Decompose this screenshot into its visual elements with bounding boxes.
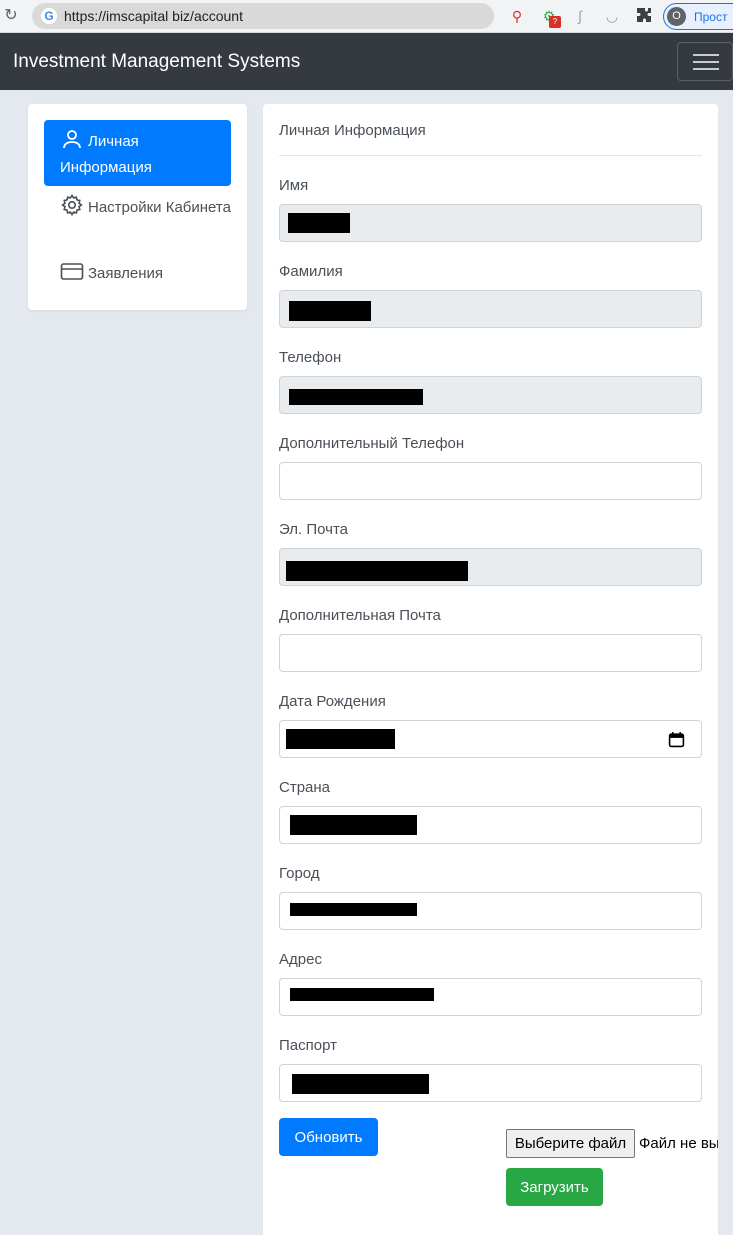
divider [279, 155, 702, 156]
redacted-value [290, 815, 417, 835]
google-icon: G [41, 8, 57, 24]
first-name-label: Имя [279, 177, 309, 194]
address-input[interactable] [279, 978, 702, 1016]
passport-input[interactable] [279, 1064, 702, 1102]
sidebar: Личная Информация Настройки Кабинета Зая… [28, 104, 247, 310]
browser-toolbar: ↻ G https://imscapital biz/account ⚲ ⚙ ?… [0, 0, 733, 33]
redacted-value [289, 301, 371, 321]
file-status-text: Файл не выбран [639, 1135, 718, 1152]
birth-date-input[interactable] [279, 720, 702, 758]
redacted-value [288, 213, 350, 233]
city-input[interactable] [279, 892, 702, 930]
brand-title[interactable]: Investment Management Systems [13, 51, 300, 73]
redacted-value [290, 988, 434, 1001]
personal-info-card: Личная Информация Имя Фамилия Телефон До… [263, 104, 718, 1235]
url-text: https://imscapital biz/account [64, 8, 243, 24]
phone-label: Телефон [279, 349, 342, 366]
key-extension-icon[interactable]: ⚲ [508, 7, 526, 25]
s-extension-icon[interactable]: ∫ [571, 7, 589, 25]
birth-date-label: Дата Рождения [279, 693, 386, 710]
hamburger-line [693, 61, 719, 63]
email-field [279, 548, 702, 586]
first-name-field [279, 204, 702, 242]
card-icon [60, 263, 84, 280]
extension-badge: ? [549, 16, 561, 28]
card-title: Личная Информация [279, 122, 426, 139]
choose-file-button[interactable]: Выберите файл [506, 1129, 635, 1158]
redacted-value [289, 389, 423, 405]
upload-button[interactable]: Загрузить [506, 1168, 603, 1206]
calendar-icon[interactable] [668, 731, 685, 748]
passport-label: Паспорт [279, 1037, 337, 1054]
arc-extension-icon[interactable]: ◡ [603, 7, 621, 25]
avatar: O [667, 7, 686, 26]
profile-button[interactable]: O Прост [663, 3, 733, 30]
extra-phone-input[interactable] [279, 462, 702, 500]
sidebar-item-applications[interactable]: Заявления [44, 259, 231, 289]
sidebar-item-label: Заявления [88, 265, 164, 282]
redacted-value [286, 561, 468, 581]
sidebar-item-personal-info[interactable]: Личная Информация [44, 120, 231, 186]
last-name-field [279, 290, 702, 328]
menu-toggle-button[interactable] [677, 42, 733, 81]
sidebar-item-label: Настройки Кабинета [88, 199, 231, 216]
update-button[interactable]: Обновить [279, 1118, 378, 1156]
extra-email-label: Дополнительная Почта [279, 607, 441, 624]
redacted-value [290, 903, 417, 916]
sidebar-item-cabinet-settings[interactable]: Настройки Кабинета [44, 193, 231, 245]
hamburger-line [693, 68, 719, 70]
city-label: Город [279, 865, 320, 882]
country-input[interactable] [279, 806, 702, 844]
profile-label: Прост [694, 10, 728, 24]
country-label: Страна [279, 779, 331, 796]
gear-icon [61, 194, 83, 216]
redacted-value [292, 1074, 429, 1094]
extra-phone-label: Дополнительный Телефон [279, 435, 465, 452]
last-name-label: Фамилия [279, 263, 343, 280]
email-label: Эл. Почта [279, 521, 349, 538]
user-icon [63, 130, 81, 149]
redacted-value [286, 729, 395, 749]
hamburger-line [693, 54, 719, 56]
extra-email-input[interactable] [279, 634, 702, 672]
address-label: Адрес [279, 951, 322, 968]
reload-icon[interactable]: ↻ [2, 7, 20, 25]
phone-field [279, 376, 702, 414]
puzzle-icon[interactable] [635, 7, 653, 25]
address-bar[interactable]: G https://imscapital biz/account [32, 3, 494, 29]
navbar: Investment Management Systems [0, 33, 733, 90]
